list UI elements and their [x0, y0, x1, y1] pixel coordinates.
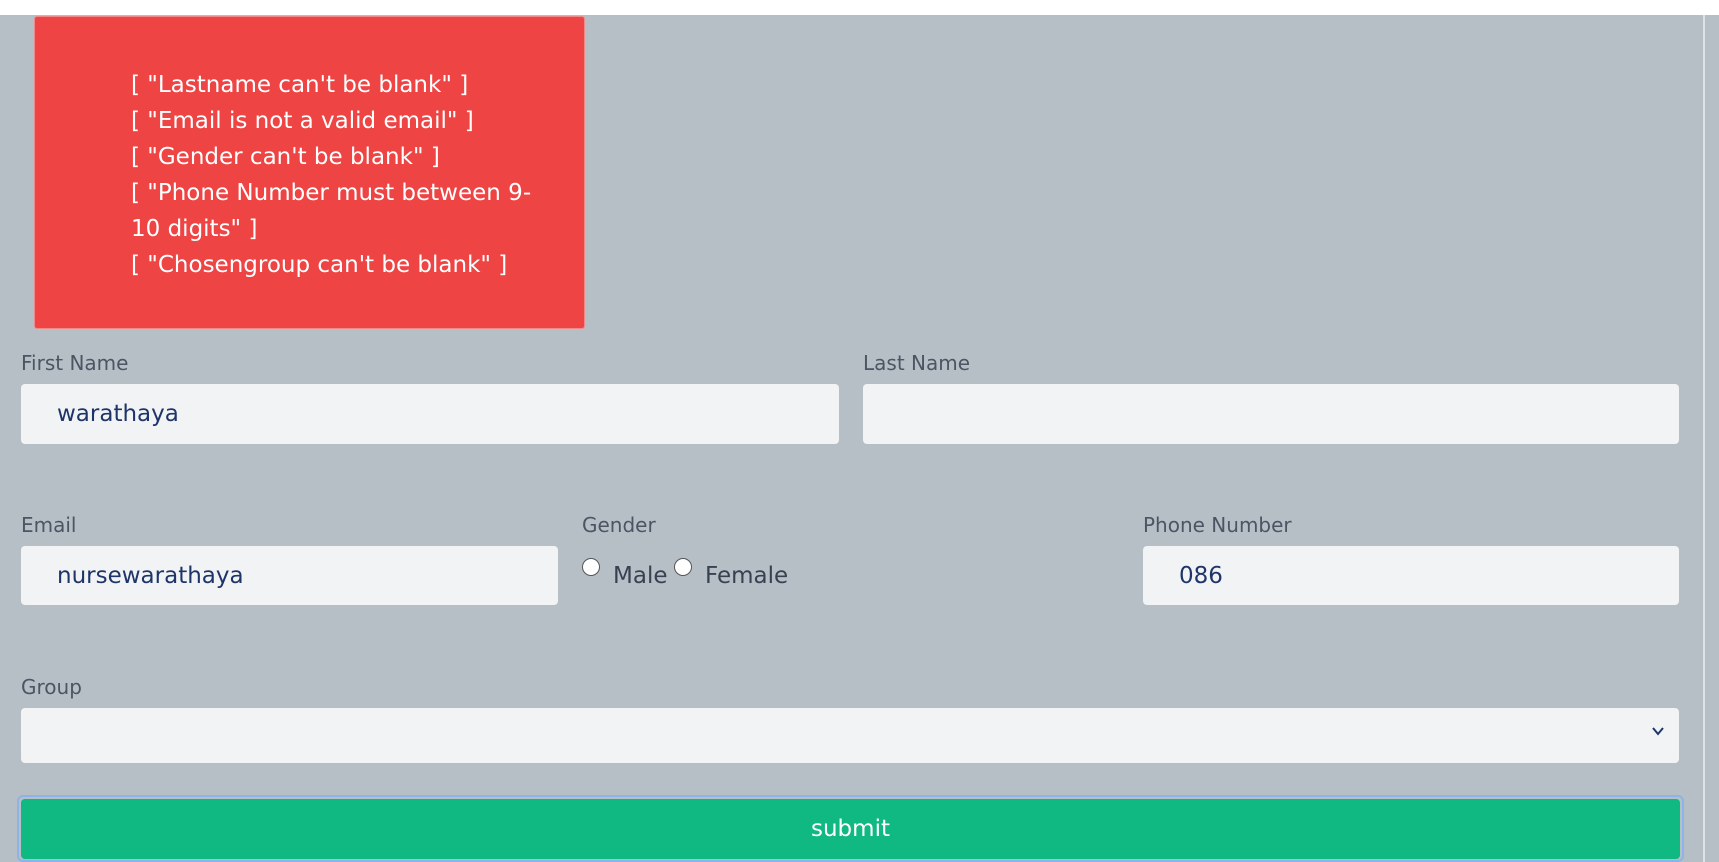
error-list: [ "Lastname can't be blank" ] [ "Email i… — [131, 67, 551, 283]
phone-label: Phone Number — [1143, 513, 1292, 537]
error-message: [ "Lastname can't be blank" ] — [131, 72, 469, 98]
submit-button[interactable]: submit — [21, 799, 1680, 859]
gender-female-label[interactable]: Female — [705, 562, 788, 590]
scrollbar-track — [1703, 15, 1705, 862]
error-message: [ "Phone Number must between 9-10 digits… — [131, 180, 532, 242]
last-name-label: Last Name — [863, 351, 971, 375]
gender-label: Gender — [582, 513, 656, 537]
group-select[interactable] — [21, 708, 1679, 763]
gender-male-label[interactable]: Male — [613, 562, 667, 590]
error-message: [ "Email is not a valid email" ] — [131, 108, 474, 134]
gender-male-radio[interactable] — [582, 558, 600, 576]
email-label: Email — [21, 513, 77, 537]
error-alert: [ "Lastname can't be blank" ] [ "Email i… — [34, 16, 585, 329]
error-message: [ "Chosengroup can't be blank" ] — [131, 252, 508, 278]
first-name-label: First Name — [21, 351, 129, 375]
group-label: Group — [21, 675, 82, 699]
last-name-input[interactable] — [863, 384, 1679, 444]
error-message: [ "Gender can't be blank" ] — [131, 144, 440, 170]
gender-female-radio[interactable] — [674, 558, 692, 576]
top-bar — [0, 0, 1719, 15]
email-input[interactable]: nursewarathaya — [21, 546, 558, 605]
phone-input[interactable]: 086 — [1143, 546, 1679, 605]
first-name-input[interactable]: warathaya — [21, 384, 839, 444]
chevron-down-icon — [1652, 727, 1664, 736]
